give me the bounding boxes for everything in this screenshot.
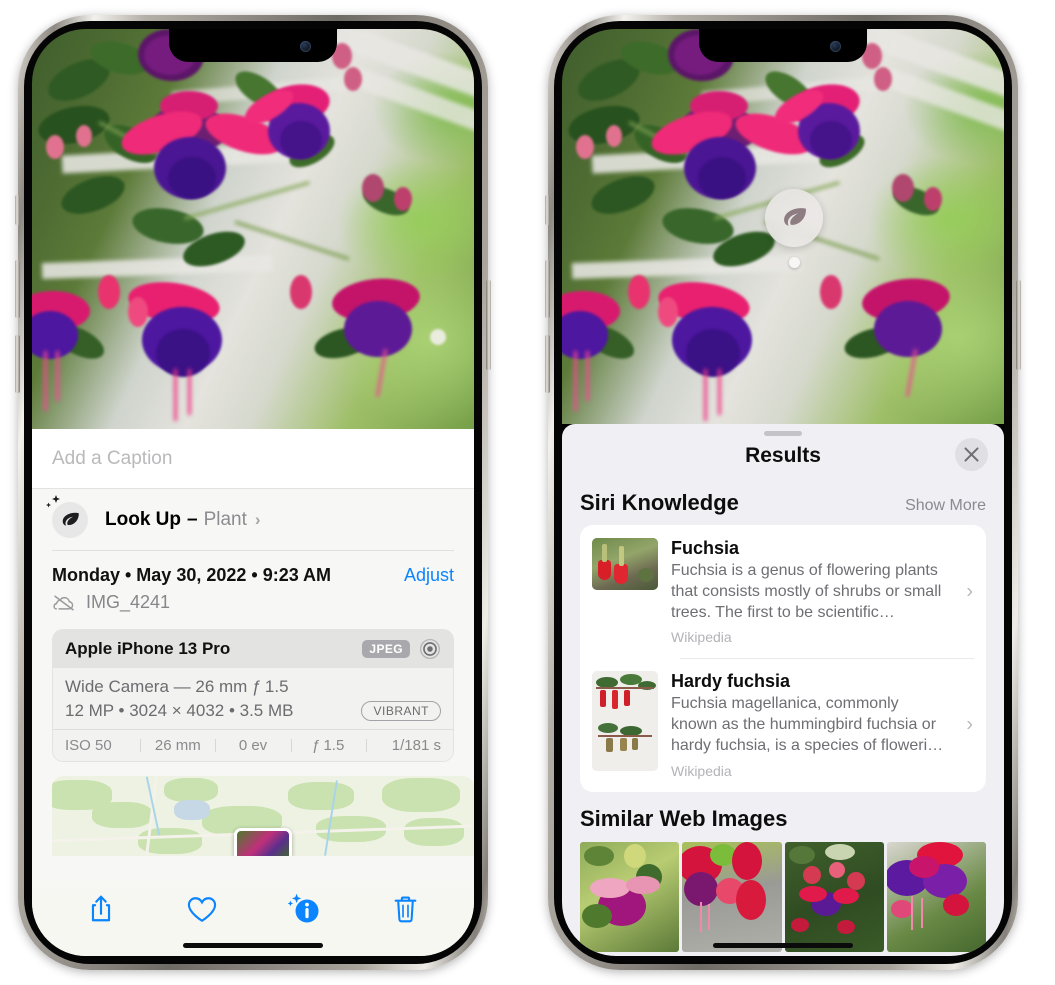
exif-body: Wide Camera — 26 mm ƒ 1.5 12 MP • 3024 ×… — [53, 668, 453, 729]
delete-button[interactable] — [381, 888, 429, 930]
cloud-slash-icon — [53, 594, 74, 611]
siri-knowledge-title: Siri Knowledge — [580, 490, 739, 515]
photo-viewer[interactable] — [32, 29, 474, 429]
volume-up-button[interactable] — [15, 260, 20, 318]
camera-info-card[interactable]: Apple iPhone 13 Pro JPEG Wide Camera — 2… — [52, 629, 454, 762]
share-button[interactable] — [77, 888, 125, 930]
mute-switch-right[interactable] — [545, 195, 550, 225]
photographic-style-badge: VIBRANT — [361, 701, 441, 721]
front-camera-right — [830, 41, 841, 52]
look-up-label: Look Up — [105, 509, 181, 530]
adjust-button[interactable]: Adjust — [404, 565, 454, 586]
favorite-button[interactable] — [178, 888, 226, 930]
knowledge-list-item[interactable]: Fuchsia Fuchsia is a genus of flowering … — [580, 525, 986, 658]
volume-up-button-right[interactable] — [545, 260, 550, 318]
device-notch — [169, 29, 337, 62]
siri-knowledge-header: Siri Knowledge Show More — [562, 476, 1004, 525]
fuchsia-thumbnail — [592, 538, 658, 590]
format-badge: JPEG — [362, 640, 410, 658]
similar-web-images-header: Similar Web Images — [562, 792, 1004, 834]
aperture-icon — [420, 639, 440, 659]
exif-stat-aperture: ƒ 1.5 — [290, 737, 366, 754]
lens-info: Wide Camera — 26 mm ƒ 1.5 — [65, 677, 289, 696]
photo-info-sheet: Add a Caption Look Up – Plant › Monday •… — [32, 429, 474, 956]
heart-icon — [188, 896, 217, 922]
knowledge-description: Fuchsia is a genus of flowering plants t… — [671, 562, 942, 621]
results-header: Results — [562, 436, 1004, 476]
photo-date: Monday • May 30, 2022 • 9:23 AM — [52, 565, 332, 585]
chevron-right-icon: › — [254, 510, 261, 529]
info-sparkle-icon — [287, 893, 319, 923]
look-up-label-group: Look Up – Plant › — [105, 509, 261, 531]
leaf-icon — [784, 208, 806, 226]
look-up-subject: Plant — [203, 509, 247, 530]
sparkle-icon — [46, 495, 60, 508]
trash-icon — [394, 896, 417, 922]
power-button-right[interactable] — [1016, 280, 1021, 370]
knowledge-list-item[interactable]: Hardy fuchsia Fuchsia magellanica, commo… — [580, 658, 986, 791]
resolution-info: 12 MP • 3024 × 4032 • 3.5 MB — [65, 701, 294, 720]
look-up-dash: – — [187, 509, 198, 530]
caption-input-placeholder[interactable]: Add a Caption — [52, 448, 172, 470]
chevron-right-icon: › — [966, 713, 973, 736]
exif-stat-ev: 0 ev — [215, 737, 290, 754]
web-image-thumbnail[interactable] — [784, 841, 884, 952]
knowledge-source: Wikipedia — [671, 762, 732, 779]
exif-header: Apple iPhone 13 Pro JPEG — [53, 630, 453, 668]
volume-down-button-right[interactable] — [545, 335, 550, 393]
close-button[interactable] — [955, 438, 988, 471]
similar-web-images-strip[interactable] — [562, 841, 1004, 952]
visual-look-up-anchor-dot — [789, 257, 800, 268]
knowledge-title: Fuchsia — [671, 538, 740, 558]
screen-right: Results Siri Knowledge Show More Fuchsia… — [562, 29, 1004, 956]
knowledge-description: Fuchsia magellanica, commonly known as t… — [671, 695, 944, 754]
exif-stat-shutter: 1/181 s — [365, 737, 441, 754]
device-name: Apple iPhone 13 Pro — [65, 639, 231, 658]
similar-web-images-title: Similar Web Images — [580, 805, 788, 831]
knowledge-text-block: Fuchsia Fuchsia is a genus of flowering … — [671, 538, 974, 645]
caption-input-row[interactable]: Add a Caption — [32, 429, 474, 489]
photo-metadata: Monday • May 30, 2022 • 9:23 AM Adjust I… — [32, 551, 474, 613]
results-title: Results — [745, 444, 821, 467]
exif-stat-focal: 26 mm — [140, 737, 215, 754]
siri-knowledge-card: Fuchsia Fuchsia is a genus of flowering … — [580, 525, 986, 792]
knowledge-source: Wikipedia — [671, 629, 732, 646]
mute-switch[interactable] — [15, 195, 20, 225]
power-button[interactable] — [486, 280, 491, 370]
visual-look-up-badge[interactable] — [765, 189, 823, 247]
show-more-button[interactable]: Show More — [905, 497, 986, 515]
look-up-row[interactable]: Look Up – Plant › — [32, 489, 474, 551]
iphone-left-photos-info: Add a Caption Look Up – Plant › Monday •… — [15, 15, 491, 970]
front-camera — [300, 41, 311, 52]
home-indicator[interactable] — [183, 943, 323, 948]
web-image-thumbnail[interactable] — [886, 841, 986, 952]
photo-filename: IMG_4241 — [86, 592, 171, 612]
volume-down-button[interactable] — [15, 335, 20, 393]
exif-stat-iso: ISO 50 — [65, 737, 112, 754]
exif-stats-row: ISO 50 26 mm 0 ev ƒ 1.5 1/181 s — [53, 729, 453, 761]
knowledge-text-block: Hardy fuchsia Fuchsia magellanica, commo… — [671, 671, 974, 778]
results-sheet: Results Siri Knowledge Show More Fuchsia… — [562, 424, 1004, 956]
share-icon — [91, 895, 110, 922]
iphone-right-visual-look-up: Results Siri Knowledge Show More Fuchsia… — [545, 15, 1021, 970]
info-button[interactable] — [280, 888, 328, 930]
knowledge-title: Hardy fuchsia — [671, 671, 791, 692]
web-image-thumbnail[interactable] — [682, 841, 782, 952]
hardy-fuchsia-thumbnail — [592, 671, 658, 772]
exif-header-badges: JPEG — [362, 638, 441, 660]
look-up-leaf-badge — [46, 495, 88, 538]
photo-viewer-right[interactable] — [562, 29, 1004, 424]
chevron-right-icon: › — [966, 580, 973, 603]
screen-left: Add a Caption Look Up – Plant › Monday •… — [32, 29, 474, 956]
screenshot-canvas: Add a Caption Look Up – Plant › Monday •… — [0, 0, 1055, 985]
close-icon — [964, 447, 979, 462]
device-notch-right — [699, 29, 867, 62]
location-map[interactable] — [52, 776, 474, 856]
home-indicator-right[interactable] — [713, 943, 853, 948]
web-image-thumbnail[interactable] — [580, 841, 680, 952]
map-photo-pin[interactable] — [234, 828, 292, 856]
